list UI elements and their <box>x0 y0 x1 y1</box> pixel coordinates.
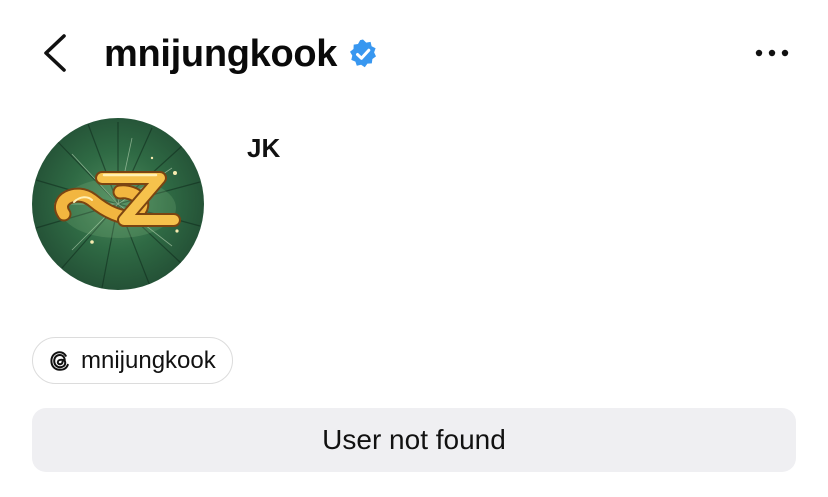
threads-profile-link[interactable]: mnijungkook <box>32 337 233 384</box>
profile-header: mnijungkook <box>0 0 828 108</box>
more-horizontal-icon <box>755 49 789 57</box>
user-not-found-banner[interactable]: User not found <box>32 408 796 472</box>
more-options-button[interactable] <box>752 36 792 70</box>
back-button[interactable] <box>36 28 80 78</box>
threads-handle-label: mnijungkook <box>81 346 216 374</box>
chevron-left-icon <box>44 34 66 72</box>
title-group: mnijungkook <box>104 28 379 80</box>
profile-avatar[interactable] <box>32 118 204 290</box>
threads-icon <box>49 350 71 372</box>
status-message: User not found <box>322 424 506 455</box>
verified-badge-icon <box>347 38 379 70</box>
profile-display-name: JK <box>247 133 281 163</box>
profile-username: mnijungkook <box>104 32 338 75</box>
